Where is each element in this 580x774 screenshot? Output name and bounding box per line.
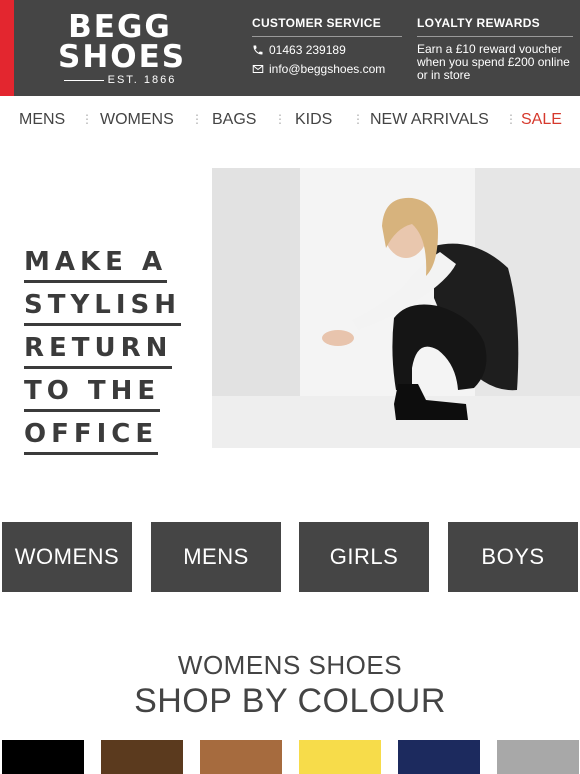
section-title: SHOP BY COLOUR bbox=[134, 682, 446, 720]
colour-swatch-navy[interactable] bbox=[398, 740, 480, 774]
phone-number: 01463 239189 bbox=[269, 43, 346, 57]
category-womens-button[interactable]: WOMENS bbox=[2, 522, 132, 592]
nav-separator: ⋮ bbox=[191, 112, 203, 126]
hero-photo-model bbox=[212, 168, 580, 448]
category-boys-button[interactable]: BOYS bbox=[448, 522, 578, 592]
logo-established: EST. 1866 bbox=[58, 74, 182, 86]
category-mens-button[interactable]: MENS bbox=[151, 522, 281, 592]
site-header: BEGG SHOES EST. 1866 CUSTOMER SERVICE 01… bbox=[0, 0, 580, 96]
customer-service-block: CUSTOMER SERVICE 01463 239189 info@beggs… bbox=[252, 16, 402, 81]
hero-line: OFFICE bbox=[24, 420, 159, 455]
section-subtitle: WOMENS SHOES bbox=[177, 650, 403, 680]
colour-swatch-grey[interactable] bbox=[497, 740, 579, 774]
nav-item-kids[interactable]: KIDS bbox=[295, 111, 332, 129]
colour-swatch-tan[interactable] bbox=[200, 740, 282, 774]
accent-bar bbox=[0, 0, 14, 96]
nav-separator: ⋮ bbox=[352, 112, 364, 126]
colour-swatch-yellow[interactable] bbox=[299, 740, 381, 774]
nav-separator: ⋮ bbox=[274, 112, 286, 126]
hero-headline[interactable]: MAKE A STYLISH RETURN TO THE OFFICE bbox=[24, 248, 204, 463]
hero-line: STYLISH bbox=[24, 291, 182, 326]
phone-icon bbox=[253, 45, 263, 55]
brand-logo[interactable]: BEGG SHOES EST. 1866 bbox=[58, 9, 187, 87]
email-address: info@beggshoes.com bbox=[269, 62, 386, 76]
envelope-icon bbox=[252, 65, 264, 73]
logo-line-2: SHOES bbox=[58, 39, 187, 75]
colour-swatch-brown[interactable] bbox=[101, 740, 183, 774]
hero-line: MAKE A bbox=[24, 248, 168, 283]
nav-item-mens[interactable]: MENS bbox=[19, 111, 65, 129]
hero-line: TO THE bbox=[24, 377, 161, 412]
nav-item-womens[interactable]: WOMENS bbox=[100, 111, 174, 129]
colour-swatch-black[interactable] bbox=[2, 740, 84, 774]
hero-image[interactable] bbox=[212, 168, 580, 448]
customer-service-title: CUSTOMER SERVICE bbox=[252, 16, 402, 37]
nav-separator: ⋮ bbox=[505, 112, 517, 126]
nav-item-new-arrivals[interactable]: NEW ARRIVALS bbox=[370, 111, 489, 129]
hero-line: RETURN bbox=[24, 334, 173, 369]
category-girls-button[interactable]: GIRLS bbox=[299, 522, 429, 592]
logo-line-1: BEGG bbox=[68, 9, 172, 45]
logo-est-text: EST. 1866 bbox=[107, 74, 177, 86]
loyalty-rewards-block[interactable]: LOYALTY REWARDS Earn a £10 reward vouche… bbox=[417, 16, 573, 82]
email-row[interactable]: info@beggshoes.com bbox=[252, 62, 402, 76]
nav-item-bags[interactable]: BAGS bbox=[212, 111, 256, 129]
phone-row[interactable]: 01463 239189 bbox=[252, 43, 402, 57]
nav-separator: ⋮ bbox=[81, 112, 93, 126]
nav-item-sale[interactable]: SALE bbox=[521, 111, 562, 129]
loyalty-text: Earn a £10 reward voucher when you spend… bbox=[417, 42, 570, 82]
loyalty-title: LOYALTY REWARDS bbox=[417, 16, 573, 37]
main-nav: MENS ⋮ WOMENS ⋮ BAGS ⋮ KIDS ⋮ NEW ARRIVA… bbox=[0, 108, 580, 134]
